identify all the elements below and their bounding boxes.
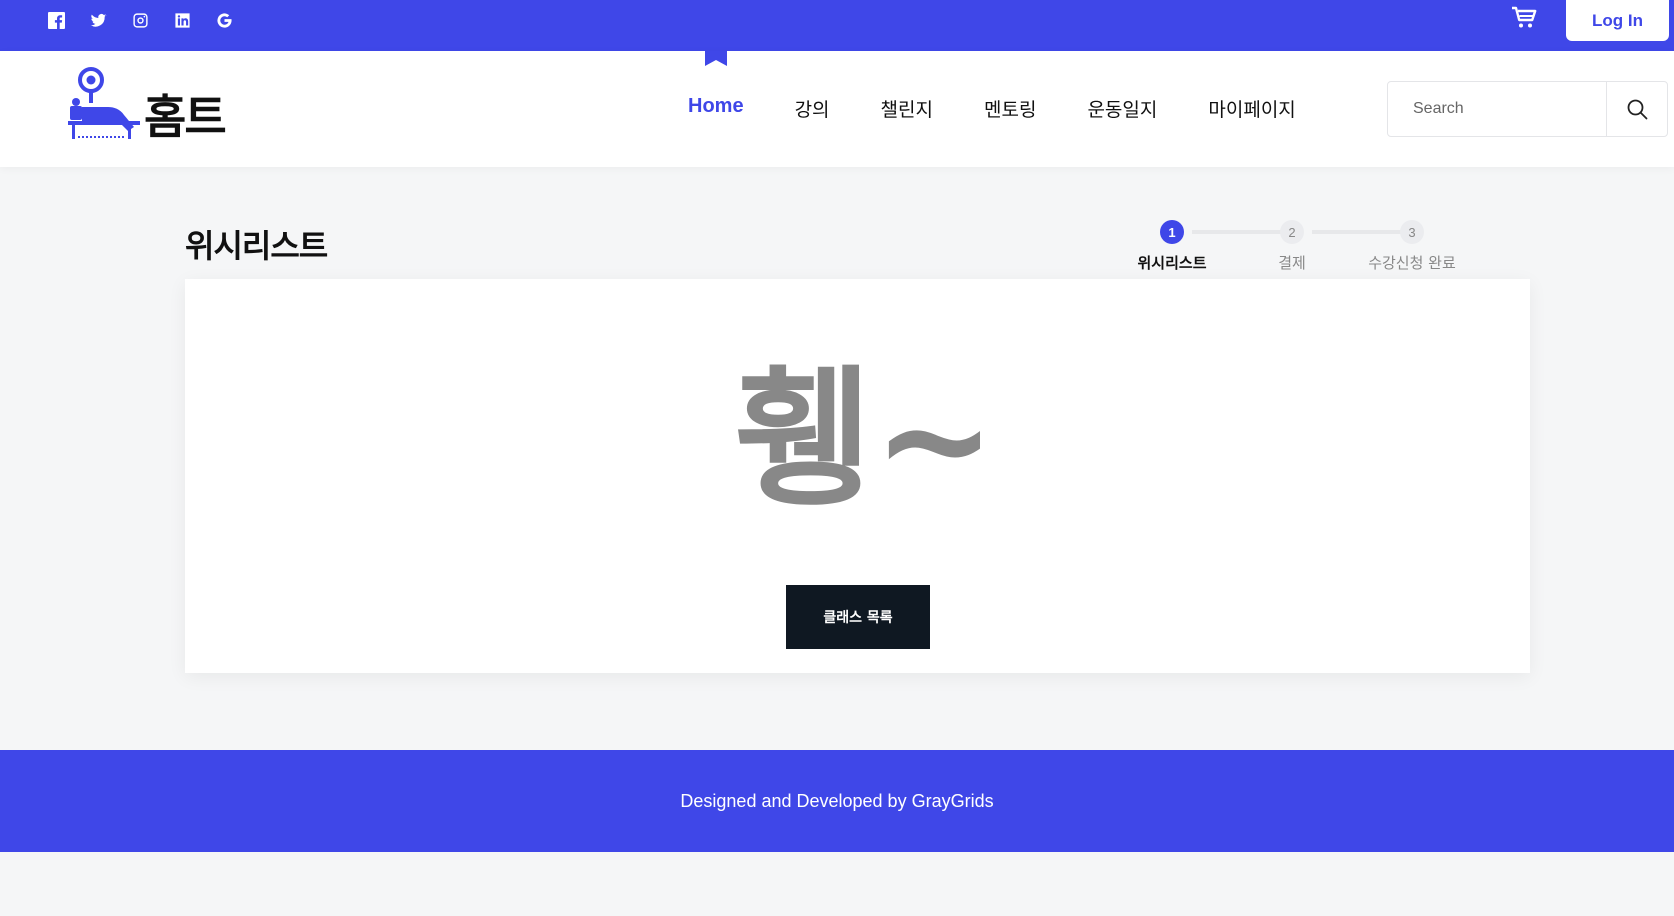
nav-item-mypage[interactable]: 마이페이지 — [1208, 95, 1295, 122]
nav-item-workout-log[interactable]: 운동일지 — [1087, 95, 1157, 122]
checkout-steps: 1 2 3 위시리스트 결제 수강신청 완료 — [1137, 217, 1520, 273]
active-nav-marker — [705, 51, 727, 66]
step-2-indicator: 2 — [1280, 220, 1304, 244]
nav-item-home[interactable]: Home — [688, 95, 744, 122]
nav-item-mentoring[interactable]: 멘토링 — [984, 95, 1036, 122]
step-3-label: 수강신청 완료 — [1368, 254, 1456, 272]
search-input[interactable] — [1388, 82, 1606, 136]
search-box — [1387, 81, 1668, 137]
top-bar: Log In — [0, 0, 1674, 51]
nav-item-challenge[interactable]: 챌린지 — [881, 95, 933, 122]
step-connector — [1312, 230, 1402, 234]
footer-credit: Designed and Developed by GrayGrids — [680, 790, 994, 811]
instagram-icon[interactable] — [130, 10, 150, 30]
wishlist-card: 휑~ 클래스 목록 — [185, 279, 1530, 673]
empty-state-text: 휑~ — [735, 353, 980, 521]
step-2-label: 결제 — [1278, 254, 1306, 272]
page-title: 위시리스트 — [185, 227, 328, 265]
search-icon — [1627, 99, 1647, 119]
linkedin-icon[interactable] — [172, 10, 192, 30]
main-nav: Home 강의 챌린지 멘토링 운동일지 마이페이지 — [688, 95, 1347, 122]
facebook-icon[interactable] — [46, 10, 66, 30]
social-links — [46, 10, 234, 30]
login-button[interactable]: Log In — [1566, 0, 1669, 41]
step-1-label: 위시리스트 — [1137, 254, 1207, 272]
step-connector — [1192, 230, 1282, 234]
class-list-button[interactable]: 클래스 목록 — [786, 585, 930, 649]
brand-name: 홈트 — [144, 90, 227, 144]
cart-icon[interactable] — [1510, 4, 1538, 32]
search-button[interactable] — [1606, 82, 1667, 136]
step-3-indicator: 3 — [1400, 220, 1424, 244]
footer: Designed and Developed by GrayGrids — [0, 750, 1674, 852]
twitter-icon[interactable] — [88, 10, 108, 30]
workout-logo-icon — [68, 67, 140, 139]
empty-wishlist-text: 휑~ — [735, 353, 980, 521]
step-1-indicator: 1 — [1160, 220, 1184, 244]
brand-logo[interactable]: 홈트 — [66, 67, 236, 145]
google-icon[interactable] — [214, 10, 234, 30]
nav-item-lectures[interactable]: 강의 — [795, 95, 830, 122]
